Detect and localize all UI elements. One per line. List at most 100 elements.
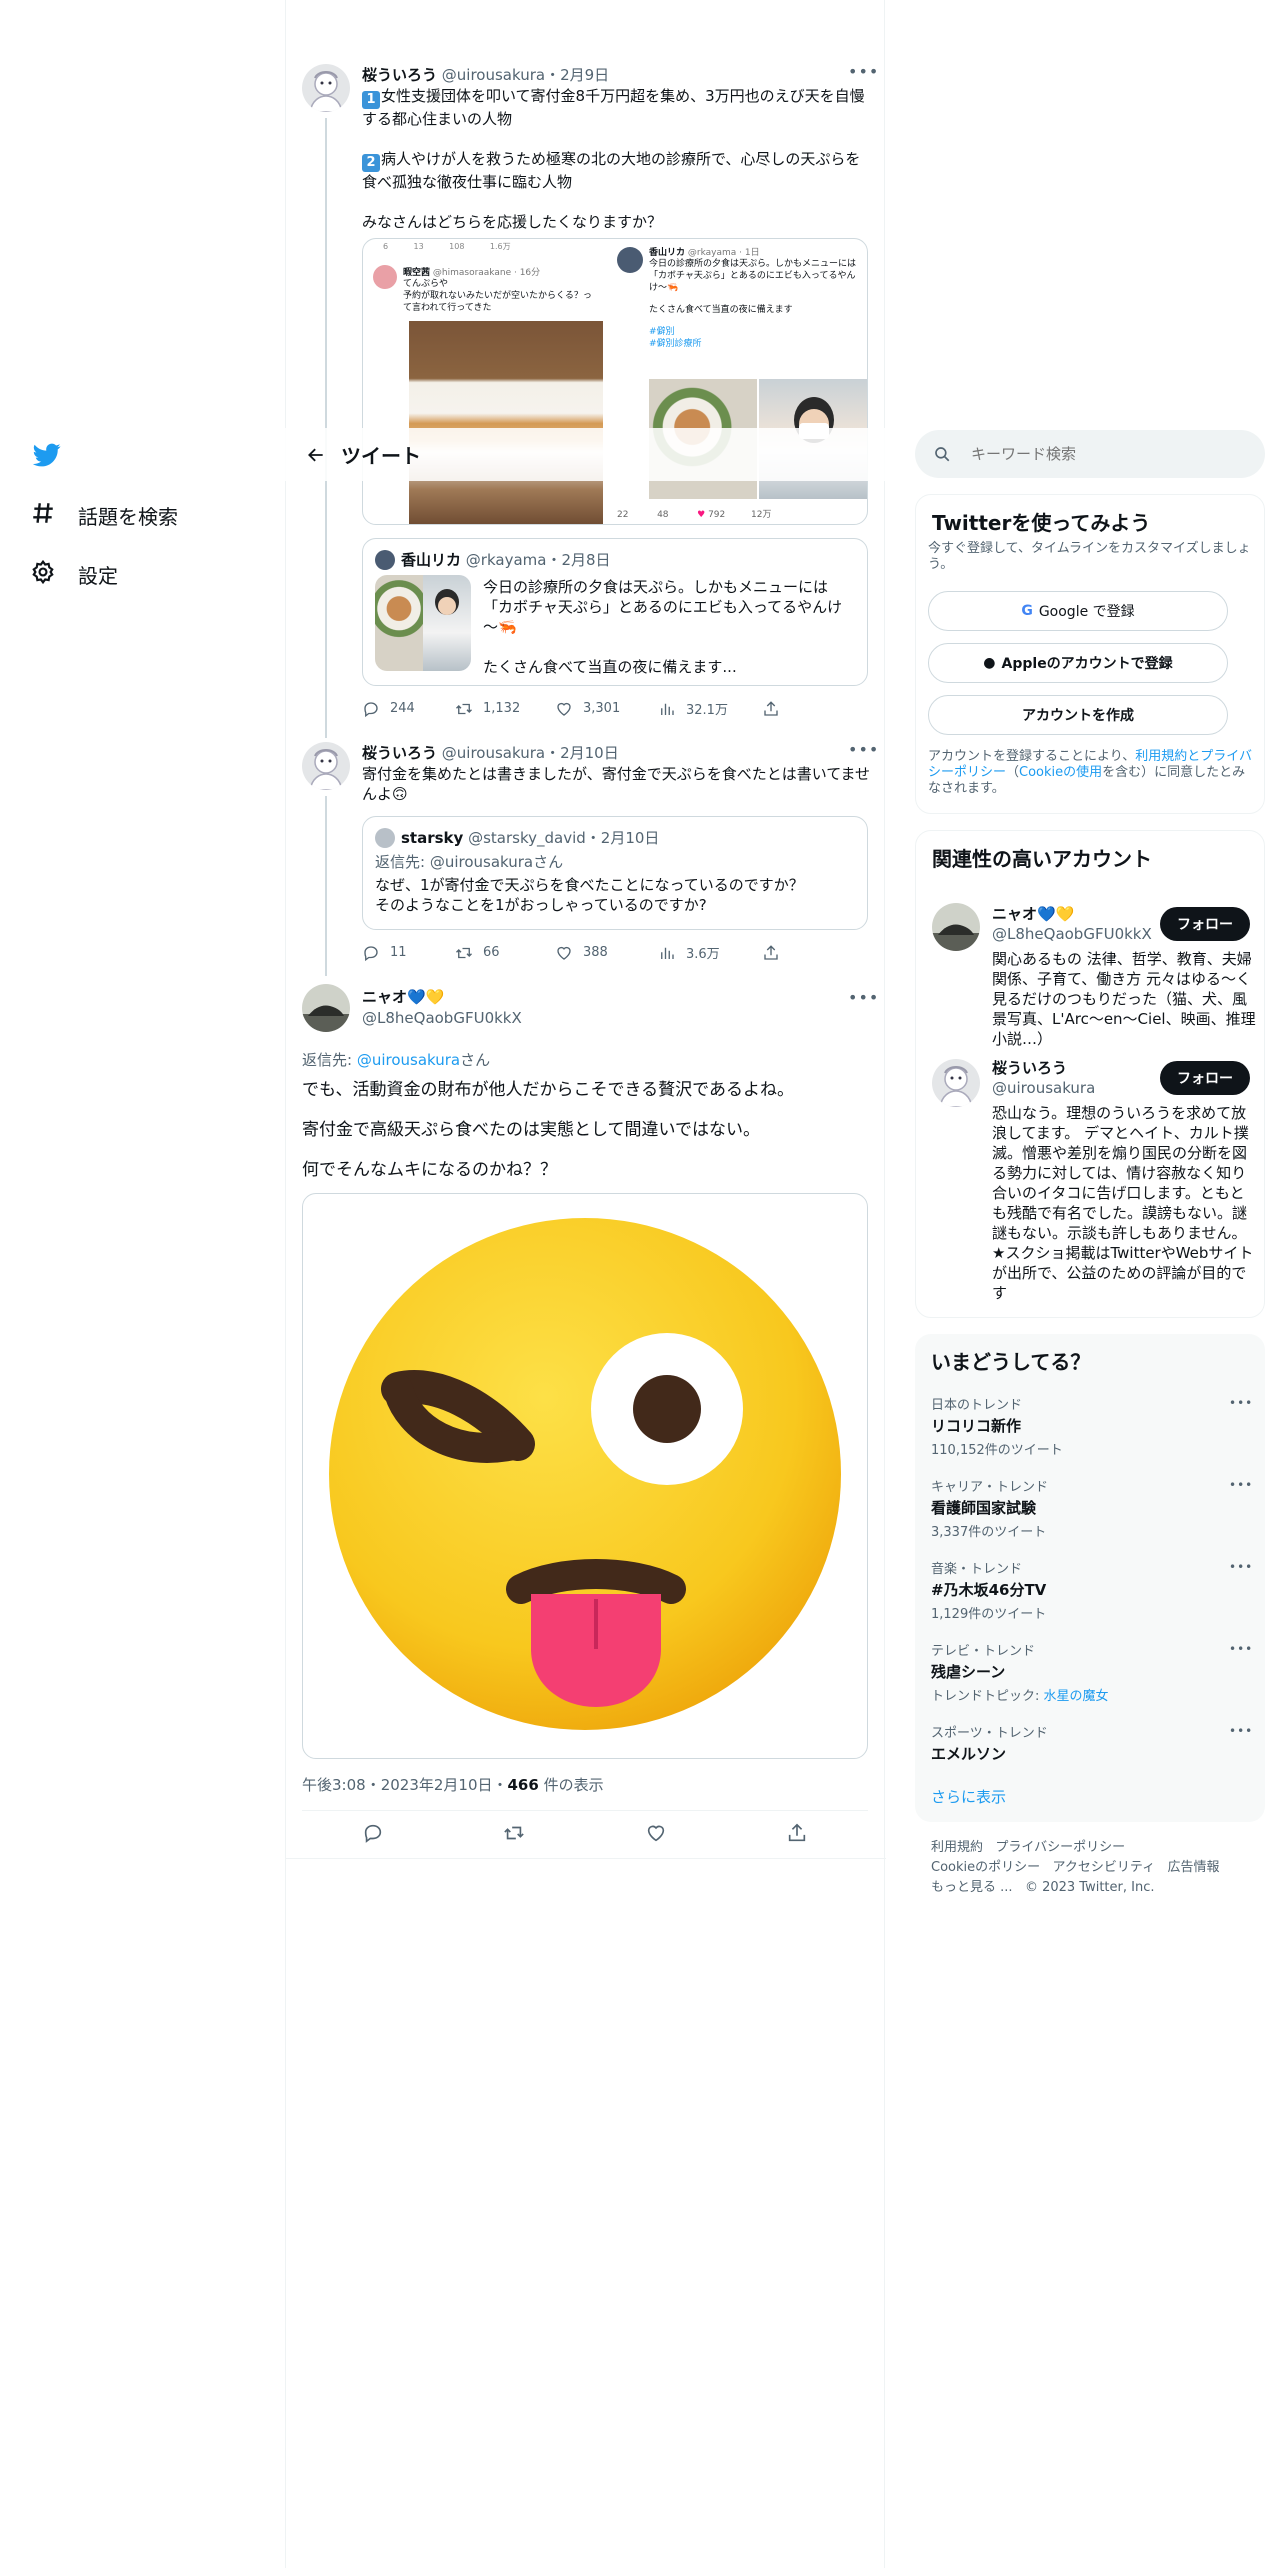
avatar[interactable]	[932, 1059, 980, 1107]
quoted-tweet[interactable]: starsky @starsky_david・2月10日 返信先: @uirou…	[362, 816, 868, 930]
image-stat: 12万	[751, 510, 772, 520]
cookie-link[interactable]: Cookieの使用	[1019, 765, 1102, 780]
follow-button[interactable]: フォロー	[1160, 1061, 1250, 1095]
more-options-icon[interactable]: •••	[848, 988, 879, 1007]
back-arrow-icon[interactable]	[299, 438, 333, 472]
tweet-date[interactable]: ・2月10日	[545, 744, 619, 762]
show-more-link[interactable]: さらに表示	[931, 1786, 1006, 1807]
footer-link[interactable]: アクセシビリティ	[1053, 1860, 1156, 1875]
twitter-logo-icon[interactable]	[32, 441, 62, 469]
nav-explore[interactable]: 話題を検索	[30, 500, 178, 531]
trend-name: #乃木坂46分TV	[931, 1581, 1047, 1599]
share-button[interactable]	[786, 1822, 808, 1844]
retweet-icon	[456, 703, 472, 714]
author-name[interactable]: 桜ういろう	[362, 66, 437, 84]
avatar[interactable]	[302, 984, 350, 1032]
more-options-icon[interactable]: •••	[1229, 1396, 1253, 1410]
more-options-icon[interactable]: •••	[848, 62, 879, 81]
related-handle[interactable]: @uirousakura	[992, 1079, 1095, 1097]
more-options-icon[interactable]: •••	[1229, 1478, 1253, 1492]
avatar[interactable]	[302, 64, 350, 112]
reply-to-link[interactable]: @uirousakura	[357, 1051, 460, 1069]
more-options-icon[interactable]: •••	[1229, 1724, 1253, 1738]
tweet-image[interactable]: 6 13 108 1.6万 暇空茜 @himasoraakane · 16分 て…	[362, 238, 868, 525]
author-name[interactable]: ニャオ💙💛	[362, 986, 522, 1007]
tweet-time[interactable]: 午後3:08	[302, 1776, 366, 1794]
trend-item[interactable]: テレビ・トレンド 残虐シーン トレンドトピック: 水星の魔女	[931, 1640, 1251, 1704]
trend-topic-link[interactable]: 水星の魔女	[1044, 1689, 1109, 1704]
image-left-name: 暇空茜	[403, 268, 431, 278]
reply-button[interactable]: 244	[362, 700, 455, 718]
quoted-author-name: 香山リカ	[401, 551, 462, 569]
avatar[interactable]	[302, 742, 350, 790]
image-stat: 1.6万	[489, 242, 511, 251]
apple-icon: ●	[983, 655, 996, 671]
google-signup-button[interactable]: G Google で登録	[928, 591, 1228, 631]
trend-topic-prefix: トレンドトピック:	[931, 1689, 1044, 1704]
tweet-date[interactable]: ・2023年2月10日・	[366, 1776, 508, 1794]
trend-category: キャリア・トレンド	[931, 1480, 1049, 1495]
share-button[interactable]	[762, 700, 780, 718]
views-button[interactable]: 3.6万	[658, 943, 762, 962]
related-name[interactable]: ニャオ💙💛	[992, 903, 1074, 924]
avatar[interactable]	[932, 903, 980, 951]
like-button[interactable]: 388	[555, 944, 658, 962]
footer-link[interactable]: 利用規約	[931, 1840, 983, 1855]
author-handle[interactable]: @uirousakura	[442, 744, 545, 762]
author-handle[interactable]: @uirousakura	[442, 66, 545, 84]
reply-button[interactable]	[362, 1822, 384, 1844]
views-button[interactable]: 32.1万	[658, 699, 762, 718]
nav-settings-label: 設定	[78, 564, 118, 588]
views-count: 32.1万	[686, 703, 728, 718]
tempura-photo	[409, 321, 603, 524]
quoted-date: ・2月10日	[585, 829, 660, 847]
page-title: ツイート	[341, 444, 421, 468]
tweet-media[interactable]	[302, 1193, 868, 1759]
like-button[interactable]: 3,301	[555, 700, 658, 718]
tweet-text: 寄付金を集めたとは書きましたが、寄付金で天ぷらを食べたとは書いてませんよ🙃	[362, 765, 871, 803]
retweet-button[interactable]: 66	[455, 944, 555, 962]
share-button[interactable]	[762, 944, 780, 962]
trend-item[interactable]: 日本のトレンド リコリコ新作 110,152件のツイート	[931, 1394, 1251, 1458]
nav-settings[interactable]: 設定	[30, 559, 118, 590]
related-title: 関連性の高いアカウント	[932, 847, 1152, 871]
create-account-button[interactable]: アカウントを作成	[928, 695, 1228, 735]
related-name[interactable]: 桜ういろう	[992, 1057, 1067, 1078]
retweet-button[interactable]: 1,132	[455, 700, 555, 718]
tweet-text-line: でも、活動資金の財布が他人だからこそできる贅沢であるよね。	[302, 1080, 794, 1100]
keycap-2-icon: 2	[362, 154, 380, 172]
image-right-handle: @rkayama · 1日	[687, 248, 760, 258]
reply-icon	[364, 701, 378, 717]
search-input[interactable]	[971, 445, 1231, 463]
related-handle[interactable]: @L8heQaobGFU0kkX	[992, 925, 1152, 943]
reply-button[interactable]: 11	[362, 944, 455, 962]
footer-more-link[interactable]: もっと見る ...	[931, 1880, 1013, 1895]
follow-button[interactable]: フォロー	[1160, 907, 1250, 941]
tweet-text-line: 寄付金で高級天ぷら食べたのは実態として間違いではない。	[302, 1120, 760, 1140]
image-left-text: てんぷらや	[403, 279, 449, 289]
image-stat: 108	[449, 242, 465, 251]
footer-link[interactable]: Cookieのポリシー	[931, 1860, 1040, 1875]
more-options-icon[interactable]: •••	[1229, 1642, 1253, 1656]
apple-signup-button[interactable]: ● Appleのアカウントで登録	[928, 643, 1228, 683]
search-box[interactable]	[915, 430, 1265, 478]
footer-link[interactable]: プライバシーポリシー	[995, 1840, 1125, 1855]
tweet-date[interactable]: ・2月9日	[545, 66, 609, 84]
related-account[interactable]: 桜ういろう @uirousakura フォロー 恐山なう。理想のういろうを求めて…	[916, 1057, 1266, 1307]
more-options-icon[interactable]: •••	[1229, 1560, 1253, 1574]
retweet-button[interactable]	[503, 1822, 525, 1844]
quoted-tweet[interactable]: 香山リカ @rkayama・2月8日 今日の診療所の夕食は天ぷら。しかもメニュー…	[362, 538, 868, 686]
author-name[interactable]: 桜ういろう	[362, 744, 437, 762]
trend-count: 1,129件のツイート	[931, 1607, 1047, 1622]
author-handle[interactable]: @L8heQaobGFU0kkX	[362, 1009, 522, 1027]
trend-item[interactable]: スポーツ・トレンド エメルソン	[931, 1722, 1251, 1764]
apple-signup-label: Appleのアカウントで登録	[1001, 656, 1173, 672]
trend-item[interactable]: 音楽・トレンド #乃木坂46分TV 1,129件のツイート	[931, 1558, 1251, 1622]
like-button[interactable]	[645, 1822, 667, 1844]
related-account[interactable]: ニャオ💙💛 @L8heQaobGFU0kkX フォロー 関心あるもの 法律、哲学…	[916, 891, 1266, 1048]
more-options-icon[interactable]: •••	[848, 740, 879, 759]
trend-item[interactable]: キャリア・トレンド 看護師国家試験 3,337件のツイート	[931, 1476, 1251, 1540]
focused-author[interactable]: ニャオ💙💛 @L8heQaobGFU0kkX	[362, 986, 522, 1027]
footer-link[interactable]: 広告情報	[1168, 1860, 1220, 1875]
left-nav: 話題を検索 設定	[0, 0, 285, 2568]
